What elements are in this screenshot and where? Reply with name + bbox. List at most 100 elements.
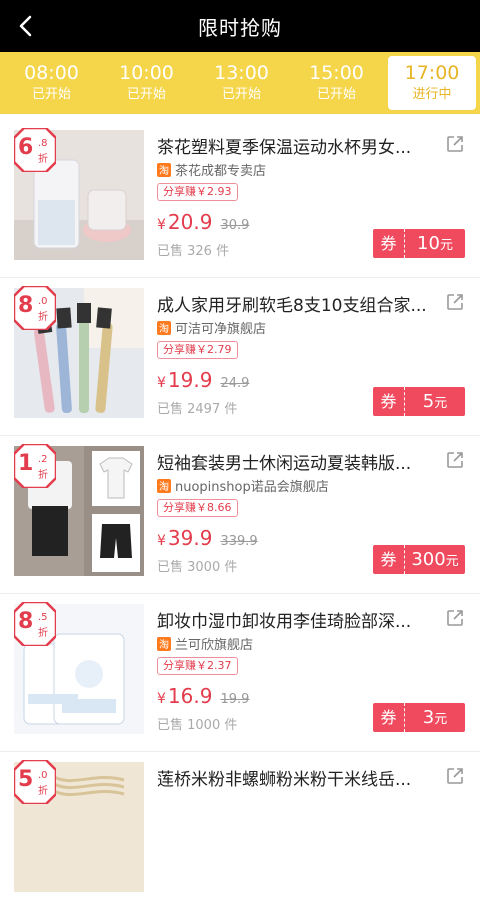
coupon-label: 券 <box>373 387 405 416</box>
shop-name: 茶花成都专卖店 <box>175 164 267 179</box>
product-item[interactable]: 8 .0 折 成人家用牙刷软毛8支10支组合家... 淘 可洁可净旗舰店 分享赚… <box>0 278 480 436</box>
coupon-button[interactable]: 券 10元 <box>373 229 465 258</box>
price-row: ¥ 16.9 19.9 <box>157 684 249 708</box>
product-name[interactable]: 成人家用牙刷软毛8支10支组合家... <box>157 291 427 316</box>
share-earn-tag: 分享赚￥8.66 <box>157 499 238 517</box>
current-price: 16.9 <box>167 684 213 708</box>
discount-badge: 1 .2 折 <box>12 442 58 490</box>
coupon-label: 券 <box>373 229 405 258</box>
tab-status: 已开始 <box>126 87 166 102</box>
discount-value: 5 <box>18 767 34 792</box>
product-item[interactable]: 1 .2 折 短袖套装男士休闲运动夏装韩版... 淘 nuopinshop诺品会… <box>0 436 480 594</box>
product-name[interactable]: 茶花塑料夏季保温运动水杯男女... <box>157 133 427 158</box>
tab-status: 已开始 <box>221 87 261 102</box>
share-button[interactable] <box>445 608 465 628</box>
coupon-unit: 元 <box>434 712 448 727</box>
discount-value: 6 <box>18 135 34 160</box>
tab-1700[interactable]: 17:00 进行中 <box>388 56 476 110</box>
price-row: ¥ 20.9 30.9 <box>157 210 249 234</box>
coupon-button[interactable]: 券 3元 <box>373 703 465 732</box>
shop-info: 淘 茶花成都专卖店 <box>157 160 266 179</box>
original-price: 339.9 <box>220 534 258 549</box>
price-row: ¥ 39.9 339.9 <box>157 526 258 550</box>
tab-status: 已开始 <box>316 87 356 102</box>
page-title: 限时抢购 <box>198 15 282 40</box>
tab-time: 10:00 <box>119 62 174 84</box>
discount-unit: 折 <box>38 628 48 639</box>
discount-unit: 折 <box>38 786 48 797</box>
coupon-button[interactable]: 券 5元 <box>373 387 465 416</box>
current-price: 39.9 <box>167 526 213 550</box>
share-earn-tag: 分享赚￥2.79 <box>157 341 238 359</box>
shop-info: 淘 nuopinshop诺品会旗舰店 <box>157 476 329 495</box>
chevron-left-icon <box>19 15 32 37</box>
share-button[interactable] <box>445 292 465 312</box>
sold-count: 已售 1000 件 <box>157 718 238 733</box>
tab-status: 进行中 <box>412 87 452 102</box>
back-button[interactable] <box>10 10 42 42</box>
tab-0800[interactable]: 08:00 已开始 <box>4 56 99 110</box>
discount-unit: 折 <box>38 312 48 323</box>
share-earn-tag: 分享赚￥2.37 <box>157 657 238 675</box>
sold-count: 已售 3000 件 <box>157 560 238 575</box>
discount-badge: 8 .5 折 <box>12 600 58 648</box>
product-name[interactable]: 卸妆巾湿巾卸妆用李佳琦脸部深... <box>157 607 427 632</box>
tab-1500[interactable]: 15:00 已开始 <box>289 56 384 110</box>
discount-badge: 8 .0 折 <box>12 284 58 332</box>
tab-time: 17:00 <box>404 62 460 84</box>
taobao-icon: 淘 <box>157 636 171 651</box>
discount-decimal: .5 <box>38 612 48 623</box>
current-price: 19.9 <box>167 368 213 392</box>
discount-value: 8 <box>18 609 34 634</box>
discount-value: 1 <box>18 451 34 476</box>
discount-value: 8 <box>18 293 34 318</box>
currency-symbol: ¥ <box>157 375 166 391</box>
original-price: 30.9 <box>220 218 250 233</box>
tab-time: 13:00 <box>214 62 269 84</box>
tab-status: 已开始 <box>31 87 71 102</box>
share-button[interactable] <box>445 450 465 470</box>
product-item[interactable]: 5 .0 折 莲桥米粉非螺蛳粉米粉干米线岳... <box>0 752 480 910</box>
share-icon <box>447 610 463 626</box>
product-item[interactable]: 8 .5 折 卸妆巾湿巾卸妆用李佳琦脸部深... 淘 兰可欣旗舰店 分享赚￥2.… <box>0 594 480 752</box>
product-name[interactable]: 短袖套装男士休闲运动夏装韩版... <box>157 449 427 474</box>
taobao-icon: 淘 <box>157 162 171 177</box>
currency-symbol: ¥ <box>157 533 166 549</box>
share-icon <box>447 294 463 310</box>
share-icon <box>447 452 463 468</box>
taobao-icon: 淘 <box>157 478 171 493</box>
coupon-unit: 元 <box>434 396 448 411</box>
discount-badge: 6 .8 折 <box>12 126 58 174</box>
discount-decimal: .0 <box>38 296 48 307</box>
coupon-amount: 300 <box>411 549 446 570</box>
shop-info: 淘 兰可欣旗舰店 <box>157 634 253 653</box>
original-price: 19.9 <box>220 692 250 707</box>
shop-name: 兰可欣旗舰店 <box>175 638 254 653</box>
discount-decimal: .0 <box>38 770 48 781</box>
current-price: 20.9 <box>167 210 213 234</box>
share-icon <box>447 136 463 152</box>
sold-count: 已售 326 件 <box>157 244 230 259</box>
discount-decimal: .8 <box>38 138 48 149</box>
share-button[interactable] <box>445 134 465 154</box>
top-bar: 限时抢购 <box>0 0 480 52</box>
product-name[interactable]: 莲桥米粉非螺蛳粉米粉干米线岳... <box>157 765 427 790</box>
discount-decimal: .2 <box>38 454 48 465</box>
sold-count: 已售 2497 件 <box>157 402 238 417</box>
coupon-label: 券 <box>373 703 405 732</box>
coupon-amount: 10 <box>417 233 440 254</box>
currency-symbol: ¥ <box>157 217 166 233</box>
share-button[interactable] <box>445 766 465 786</box>
shop-name: nuopinshop诺品会旗舰店 <box>175 480 329 495</box>
shop-info: 淘 可洁可净旗舰店 <box>157 318 266 337</box>
coupon-button[interactable]: 券 300元 <box>373 545 465 574</box>
tab-1000[interactable]: 10:00 已开始 <box>99 56 194 110</box>
product-list: 6 .8 折 茶花塑料夏季保温运动水杯男女... 淘 茶花成都专卖店 分享赚￥2… <box>0 120 480 910</box>
time-slot-tabs: 08:00 已开始 10:00 已开始 13:00 已开始 15:00 已开始 … <box>0 52 480 114</box>
tab-time: 08:00 <box>24 62 79 84</box>
discount-unit: 折 <box>38 154 48 165</box>
original-price: 24.9 <box>220 376 250 391</box>
coupon-amount: 3 <box>422 707 435 728</box>
product-item[interactable]: 6 .8 折 茶花塑料夏季保温运动水杯男女... 淘 茶花成都专卖店 分享赚￥2… <box>0 120 480 278</box>
tab-1300[interactable]: 13:00 已开始 <box>194 56 289 110</box>
